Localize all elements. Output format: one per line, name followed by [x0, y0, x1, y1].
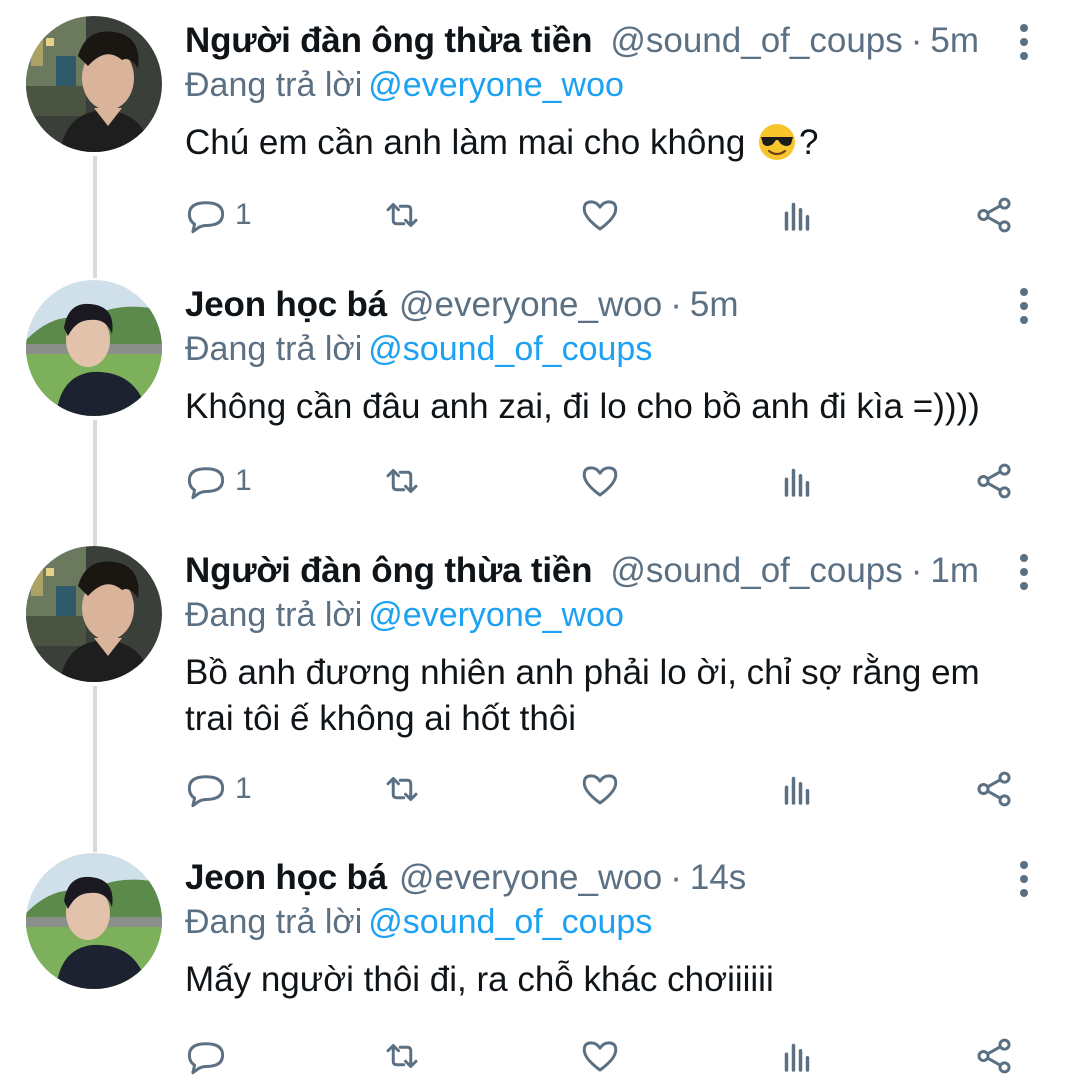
separator-dot: · — [670, 285, 682, 324]
tweet[interactable]: Jeon học bá @everyone_woo · 14s Đang trả… — [0, 853, 1080, 1089]
analytics-button[interactable] — [776, 456, 818, 506]
tweet-actions: 1 — [0, 764, 1080, 814]
tweet-text-part: Chú em cần anh làm mai cho không — [185, 123, 756, 162]
analytics-icon — [776, 194, 818, 236]
reply-count: 1 — [235, 772, 252, 805]
avatar[interactable] — [26, 853, 162, 989]
more-vertical-icon[interactable] — [1010, 859, 1038, 899]
reply-button[interactable]: 1 — [185, 456, 252, 506]
share-button[interactable] — [973, 1031, 1015, 1081]
separator-dot: · — [670, 858, 682, 897]
mention-link[interactable]: @sound_of_coups — [368, 903, 652, 941]
tweet-header: Người đàn ông thừa tiền @sound_of_coups … — [185, 16, 979, 66]
analytics-icon — [776, 768, 818, 810]
reply-button[interactable] — [185, 1031, 235, 1081]
analytics-button[interactable] — [776, 190, 818, 240]
share-icon — [973, 1035, 1015, 1077]
replying-to: Đang trả lời @sound_of_coups — [185, 326, 652, 372]
like-button[interactable] — [579, 1031, 621, 1081]
display-name[interactable]: Jeon học bá — [185, 853, 387, 903]
replying-label: Đang trả lời — [185, 596, 363, 634]
share-button[interactable] — [973, 190, 1015, 240]
heart-icon — [579, 1035, 621, 1077]
reply-button[interactable]: 1 — [185, 190, 252, 240]
replying-label: Đang trả lời — [185, 903, 363, 941]
like-button[interactable] — [579, 190, 621, 240]
replying-label: Đang trả lời — [185, 330, 363, 368]
replying-label: Đang trả lời — [185, 66, 363, 104]
share-icon — [973, 460, 1015, 502]
tweet[interactable]: Người đàn ông thừa tiền @sound_of_coups … — [0, 16, 1080, 266]
retweet-button[interactable] — [381, 764, 423, 814]
tweet-actions — [0, 1031, 1080, 1081]
replying-to: Đang trả lời @everyone_woo — [185, 592, 624, 638]
tweet-text: Mấy người thôi đi, ra chỗ khác chơiiiiii — [185, 960, 774, 999]
smiling-face-with-sunglasses-icon — [759, 124, 796, 160]
tweet-text: Bồ anh đương nhiên anh phải lo ời, chỉ s… — [185, 653, 980, 738]
retweet-icon — [381, 460, 423, 502]
more-vertical-icon[interactable] — [1010, 22, 1038, 62]
tweet[interactable]: Người đàn ông thừa tiền @sound_of_coups … — [0, 546, 1080, 846]
more-vertical-icon[interactable] — [1010, 286, 1038, 326]
user-handle[interactable]: @sound_of_coups — [610, 546, 902, 596]
display-name[interactable]: Người đàn ông thừa tiền — [185, 16, 593, 66]
retweet-button[interactable] — [381, 456, 423, 506]
reply-count: 1 — [235, 464, 252, 497]
reply-icon — [185, 460, 227, 502]
share-button[interactable] — [973, 764, 1015, 814]
tweet-header: Jeon học bá @everyone_woo · 14s — [185, 853, 746, 903]
replying-to: Đang trả lời @everyone_woo — [185, 62, 624, 108]
tweet-actions: 1 — [0, 456, 1080, 506]
like-button[interactable] — [579, 456, 621, 506]
analytics-button[interactable] — [776, 1031, 818, 1081]
mention-link[interactable]: @sound_of_coups — [368, 330, 652, 368]
timestamp[interactable]: 5m — [690, 280, 739, 330]
share-icon — [973, 194, 1015, 236]
retweet-icon — [381, 768, 423, 810]
retweet-icon — [381, 1035, 423, 1077]
reply-icon — [185, 1035, 227, 1077]
tweet-text: Không cần đâu anh zai, đi lo cho bồ anh … — [185, 387, 980, 426]
mention-link[interactable]: @everyone_woo — [368, 596, 624, 634]
analytics-icon — [776, 1035, 818, 1077]
reply-icon — [185, 768, 227, 810]
tweet-actions: 1 — [0, 190, 1080, 240]
tweet[interactable]: Jeon học bá @everyone_woo · 5m Đang trả … — [0, 280, 1080, 530]
tweet-text-part: ? — [799, 123, 819, 162]
heart-icon — [579, 194, 621, 236]
analytics-button[interactable] — [776, 764, 818, 814]
tweet-header: Jeon học bá @everyone_woo · 5m — [185, 280, 738, 330]
reply-count: 1 — [235, 198, 252, 231]
avatar[interactable] — [26, 546, 162, 682]
user-handle[interactable]: @everyone_woo — [399, 853, 662, 903]
timestamp[interactable]: 14s — [690, 853, 746, 903]
reply-button[interactable]: 1 — [185, 764, 252, 814]
user-handle[interactable]: @everyone_woo — [399, 280, 662, 330]
user-handle[interactable]: @sound_of_coups — [610, 16, 902, 66]
avatar[interactable] — [26, 280, 162, 416]
mention-link[interactable]: @everyone_woo — [368, 66, 624, 104]
like-button[interactable] — [579, 764, 621, 814]
separator-dot: · — [910, 21, 923, 60]
more-vertical-icon[interactable] — [1010, 552, 1038, 592]
avatar[interactable] — [26, 16, 162, 152]
heart-icon — [579, 768, 621, 810]
share-icon — [973, 768, 1015, 810]
retweet-button[interactable] — [381, 190, 423, 240]
analytics-icon — [776, 460, 818, 502]
replying-to: Đang trả lời @sound_of_coups — [185, 899, 652, 945]
tweet-header: Người đàn ông thừa tiền @sound_of_coups … — [185, 546, 979, 596]
timestamp[interactable]: 5m — [930, 16, 979, 66]
display-name[interactable]: Jeon học bá — [185, 280, 387, 330]
separator-dot: · — [910, 551, 923, 590]
timestamp[interactable]: 1m — [930, 546, 979, 596]
retweet-button[interactable] — [381, 1031, 423, 1081]
retweet-icon — [381, 194, 423, 236]
reply-icon — [185, 194, 227, 236]
share-button[interactable] — [973, 456, 1015, 506]
heart-icon — [579, 460, 621, 502]
tweet-text: Chú em cần anh làm mai cho không ? — [185, 120, 1015, 166]
display-name[interactable]: Người đàn ông thừa tiền — [185, 546, 593, 596]
